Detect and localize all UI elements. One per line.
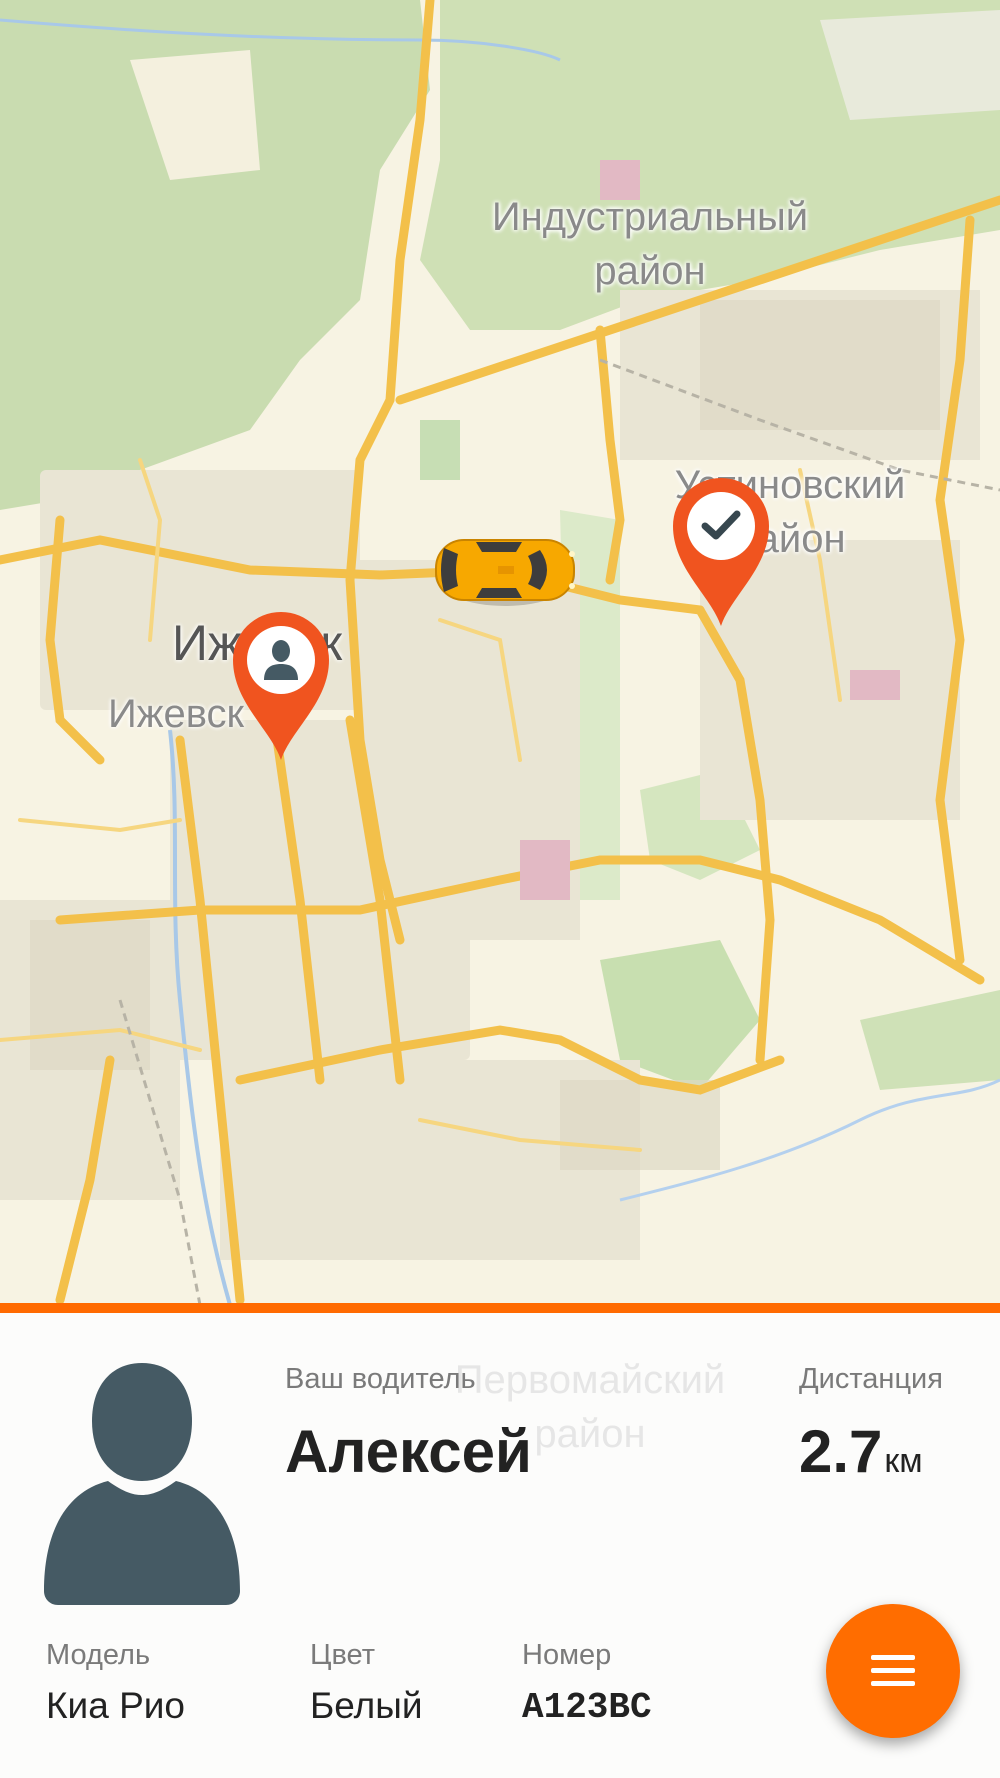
plate-value: А123ВС [522, 1687, 652, 1728]
destination-pin[interactable] [671, 476, 771, 626]
pickup-pin[interactable] [231, 610, 331, 760]
driver-label: Ваш водитель [285, 1363, 476, 1395]
pin-marker [233, 612, 329, 760]
distance-label: Дистанция [799, 1363, 943, 1395]
model-value: Киа Рио [46, 1685, 186, 1726]
menu-button[interactable] [826, 1604, 960, 1738]
map-view[interactable]: Индустриальный район Устиновский район И… [0, 0, 1000, 1305]
distance-readout: 2.7км [799, 1417, 923, 1486]
distance-value: 2.7 [799, 1418, 883, 1485]
model-label: Модель [46, 1639, 151, 1671]
menu-icon [871, 1655, 915, 1687]
district-name: Индустриальный район [491, 195, 809, 293]
city-sublabel: Ижевск [108, 692, 245, 736]
district-label-industrial: Индустриальный район [470, 190, 830, 298]
taxi-car-icon[interactable] [432, 530, 578, 610]
color-label: Цвет [310, 1639, 375, 1671]
person-icon [264, 640, 298, 680]
distance-unit: км [884, 1442, 923, 1480]
pin-marker [673, 478, 769, 626]
panel-accent-line [0, 1303, 1000, 1313]
check-icon [701, 510, 741, 540]
driver-name: Алексей [285, 1418, 532, 1485]
driver-avatar-icon [44, 1363, 240, 1605]
plate-label: Номер [522, 1639, 612, 1671]
color-value: Белый [310, 1685, 423, 1726]
